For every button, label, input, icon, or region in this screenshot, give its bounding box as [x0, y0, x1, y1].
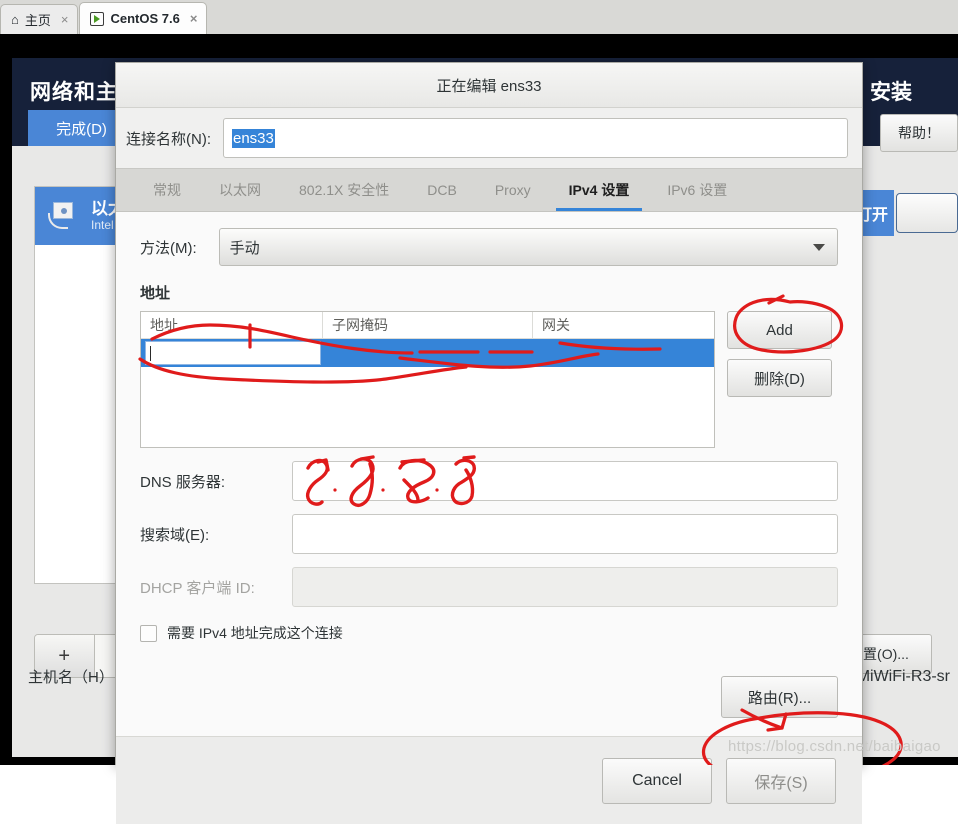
tab-ipv6-settings[interactable]: IPv6 设置: [648, 169, 746, 211]
dns-row: DNS 服务器:: [140, 461, 838, 501]
method-value: 手动: [229, 239, 260, 257]
tab-home-label: 主页: [24, 13, 51, 28]
dhcp-client-id-row: DHCP 客户端 ID:: [140, 567, 838, 607]
ipv4-settings-panel: 方法(M): 手动 地址 地址 子网掩码 网关 Add 删除(D) DNS 服务…: [116, 212, 862, 736]
address-table[interactable]: 地址 子网掩码 网关: [140, 311, 715, 448]
browser-tab-strip: ⌂ 主页 × CentOS 7.6 ×: [0, 0, 958, 34]
dialog-tabs: 常规 以太网 802.1X 安全性 DCB Proxy IPv4 设置 IPv6…: [116, 168, 862, 212]
column-header-netmask: 子网掩码: [323, 312, 533, 338]
tab-ipv4-settings[interactable]: IPv4 设置: [550, 169, 649, 211]
search-domains-row: 搜索域(E):: [140, 514, 838, 554]
close-icon[interactable]: ×: [61, 12, 69, 27]
address-area: 地址 子网掩码 网关 Add 删除(D): [140, 311, 838, 448]
table-row[interactable]: [141, 339, 714, 367]
text-caret: [150, 345, 151, 361]
window-left-edge: [0, 58, 12, 765]
column-header-gateway: 网关: [542, 317, 570, 333]
watermark: https://blog.csdn.net/baibaigao: [728, 738, 941, 755]
dialog-titlebar: 正在编辑 ens33: [116, 63, 862, 108]
address-table-header: 地址 子网掩码 网关: [141, 312, 714, 339]
address-cell-editor[interactable]: [145, 341, 321, 365]
tab-ethernet[interactable]: 以太网: [200, 169, 280, 211]
connection-name-label: 连接名称(N):: [126, 130, 211, 148]
vm-play-icon: [90, 11, 105, 26]
connection-name-input[interactable]: ens33: [223, 118, 848, 158]
add-address-button[interactable]: Add: [727, 311, 832, 349]
tab-centos[interactable]: CentOS 7.6 ×: [79, 2, 208, 34]
device-toggle[interactable]: 打开: [848, 190, 958, 236]
search-domains-input[interactable]: [292, 514, 838, 554]
edit-connection-dialog: 正在编辑 ens33 连接名称(N): ens33 常规 以太网 802.1X …: [115, 62, 863, 824]
home-icon: ⌂: [11, 12, 19, 27]
tab-dcb[interactable]: DCB: [408, 169, 476, 211]
tab-centos-label: CentOS 7.6: [110, 11, 180, 26]
connection-name-row: 连接名称(N): ens33: [116, 108, 862, 168]
cancel-button[interactable]: Cancel: [602, 757, 712, 804]
vm-black-bar: [0, 34, 958, 58]
require-ipv4-row[interactable]: 需要 IPv4 地址完成这个连接: [140, 623, 838, 643]
method-select[interactable]: 手动: [218, 228, 838, 266]
dns-input[interactable]: [292, 461, 838, 501]
require-ipv4-label: 需要 IPv4 地址完成这个连接: [167, 625, 343, 641]
hostname-label: 主机名（H）: [28, 669, 114, 686]
search-domains-label: 搜索域(E):: [140, 526, 210, 544]
require-ipv4-checkbox[interactable]: [140, 624, 157, 642]
chevron-down-icon: [813, 244, 825, 251]
tab-8021x-security[interactable]: 802.1X 安全性: [280, 169, 408, 211]
column-header-address: 地址: [141, 312, 323, 338]
tab-home[interactable]: ⌂ 主页 ×: [0, 4, 79, 34]
delete-address-button[interactable]: 删除(D): [727, 359, 832, 397]
method-row: 方法(M): 手动: [140, 228, 838, 266]
connection-name-value: ens33: [232, 128, 275, 148]
help-button[interactable]: 帮助！: [880, 114, 958, 152]
toggle-knob[interactable]: [896, 193, 958, 233]
dialog-title: 正在编辑 ens33: [436, 77, 542, 95]
tab-general[interactable]: 常规: [134, 169, 200, 211]
dns-label: DNS 服务器:: [140, 473, 226, 491]
method-label: 方法(M):: [140, 239, 197, 257]
address-section-label: 地址: [140, 285, 171, 302]
close-icon[interactable]: ×: [190, 11, 198, 26]
dhcp-client-id-label: DHCP 客户端 ID:: [140, 579, 255, 597]
ethernet-icon: [47, 201, 81, 231]
dhcp-client-id-input: [292, 567, 838, 607]
router-name-text: MiWiFi-R3-sr: [856, 668, 950, 685]
install-label: 安装: [870, 81, 912, 104]
tab-proxy[interactable]: Proxy: [476, 169, 550, 211]
routes-button[interactable]: 路由(R)...: [721, 676, 838, 718]
save-button[interactable]: 保存(S): [726, 757, 836, 804]
